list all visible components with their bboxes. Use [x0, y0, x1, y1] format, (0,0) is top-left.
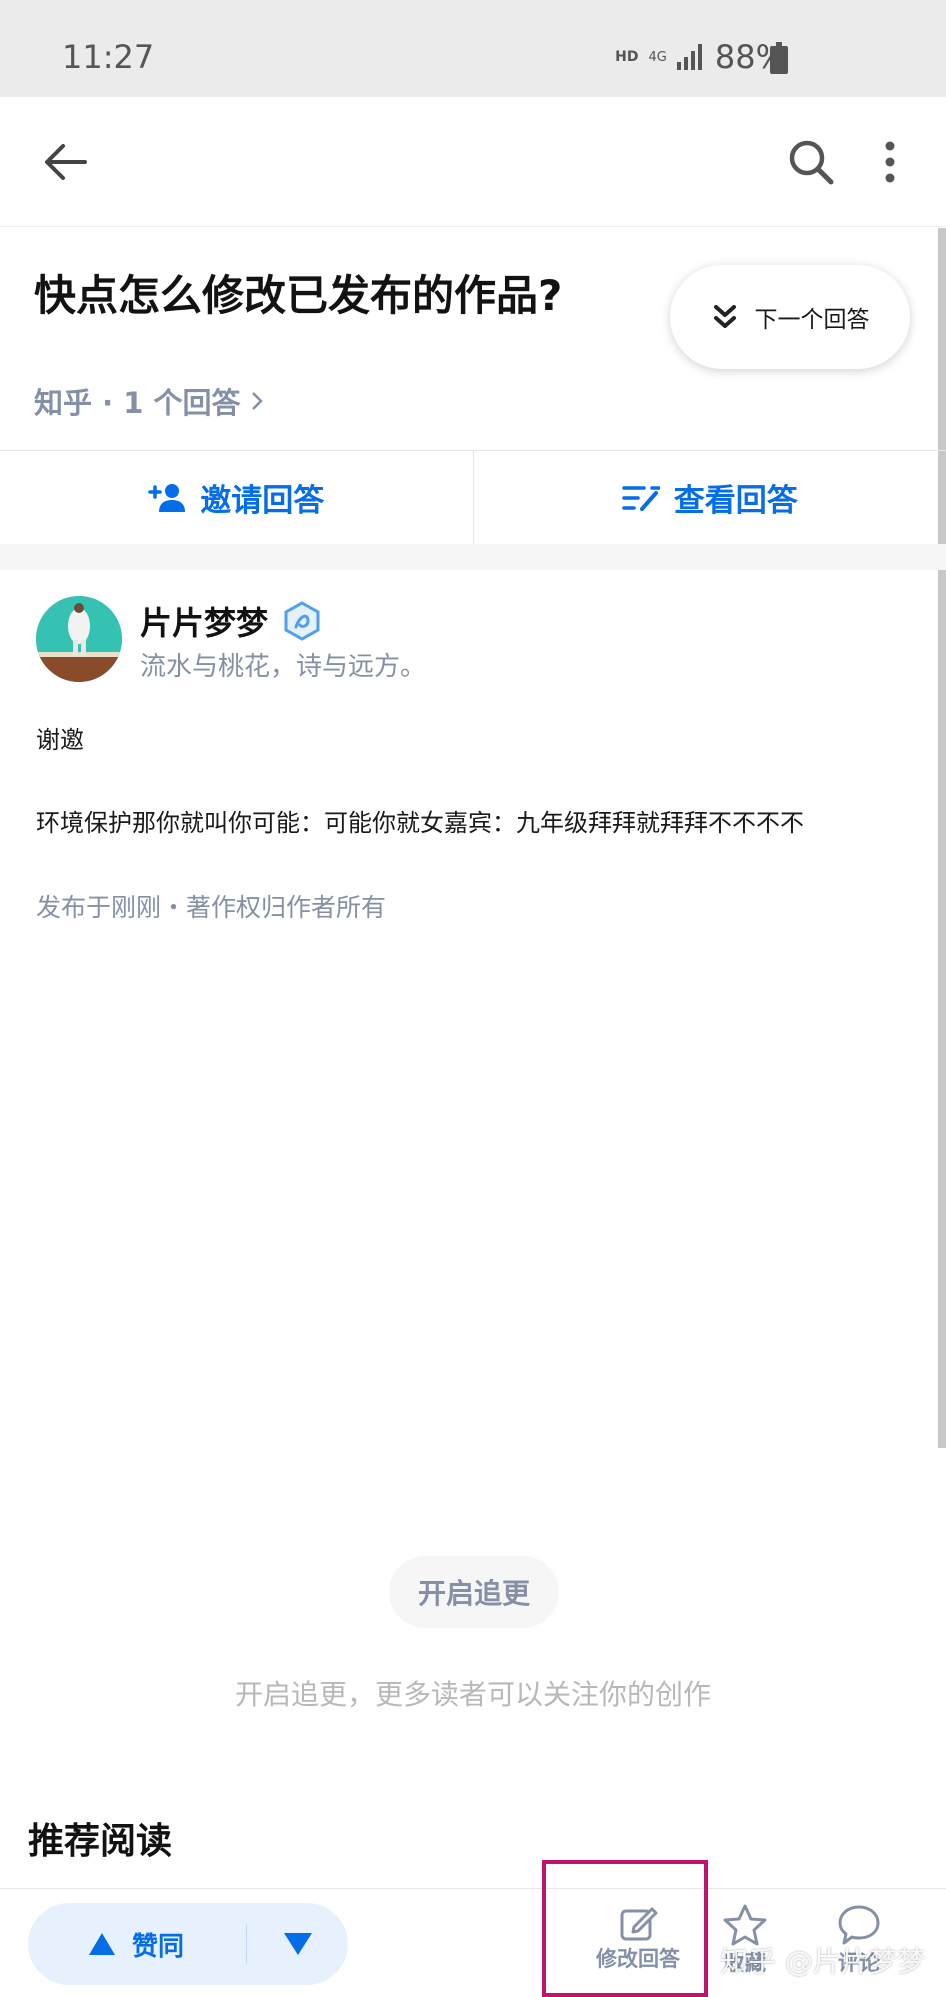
answer-paragraph: 谢邀: [36, 726, 84, 754]
watermark: 知乎 @片片梦梦: [720, 1945, 925, 1978]
signal-icon: [676, 44, 702, 70]
upvote-label: 赞同: [132, 1931, 185, 1962]
battery-icon: [770, 42, 788, 74]
back-button[interactable]: [36, 133, 94, 191]
downvote-button[interactable]: [247, 1932, 348, 1956]
invite-answer-label: 邀请回答: [200, 483, 325, 519]
network-indicator: 4G: [648, 49, 667, 65]
upvote-button[interactable]: 赞同: [28, 1926, 246, 1963]
author-bio: 流水与桃花，诗与远方。: [140, 652, 427, 682]
view-answers-label: 查看回答: [673, 483, 798, 519]
author-row: 片片梦梦 流水与桃花，诗与远方。: [36, 596, 906, 686]
avatar[interactable]: [36, 596, 122, 682]
question-meta-link[interactable]: 知乎 · 1 个回答: [34, 380, 264, 422]
recommended-reading-title: 推荐阅读: [28, 1821, 173, 1862]
status-bar: 11:27 HD 4G 88%: [0, 0, 946, 97]
answer-paragraph: 环境保护那你就叫你可能：可能你就女嘉宾：九年级拜拜就拜拜不不不不: [36, 809, 804, 837]
view-answers-button[interactable]: 查看回答: [474, 451, 946, 544]
scrollbar[interactable]: [938, 228, 946, 1448]
top-bar: [0, 97, 946, 227]
triangle-up-icon: [89, 1933, 115, 1955]
question-action-row: 邀请回答 查看回答: [0, 450, 946, 544]
invite-answer-button[interactable]: 邀请回答: [0, 451, 474, 544]
next-answer-label: 下一个回答: [754, 307, 870, 333]
hd-indicator: HD: [615, 49, 639, 65]
section-divider: [0, 544, 946, 570]
next-answer-button[interactable]: 下一个回答: [670, 265, 910, 369]
verified-badge-icon: [284, 601, 320, 641]
author-name-row[interactable]: 片片梦梦: [140, 598, 322, 644]
edit-list-icon: [622, 485, 660, 511]
answer-publish-meta: 发布于刚刚・著作权归作者所有: [36, 893, 387, 922]
double-chevron-down-icon: [713, 305, 736, 328]
highlight-annotation-box: [542, 1860, 708, 1997]
more-options-button[interactable]: [870, 133, 910, 191]
question-title[interactable]: 快点怎么修改已发布的作品?: [34, 262, 654, 323]
status-indicators: HD 4G 88%: [615, 38, 786, 76]
back-arrow-icon: [45, 144, 87, 180]
question-meta: 知乎 · 1 个回答: [34, 386, 241, 420]
more-vertical-icon: [885, 141, 895, 183]
triangle-down-icon: [283, 1933, 312, 1955]
follow-updates-hint: 开启追更，更多读者可以关注你的创作: [234, 1678, 711, 1711]
enable-follow-updates-button[interactable]: 开启追更: [389, 1556, 559, 1628]
chevron-right-icon: [252, 392, 264, 410]
search-icon: [789, 140, 834, 185]
vote-pill: 赞同: [28, 1903, 348, 1985]
author-name: 片片梦梦: [140, 604, 269, 642]
status-time: 11:27: [62, 38, 155, 76]
search-button[interactable]: [782, 133, 840, 191]
avatar-image: [36, 596, 122, 682]
add-user-icon: [148, 483, 186, 512]
